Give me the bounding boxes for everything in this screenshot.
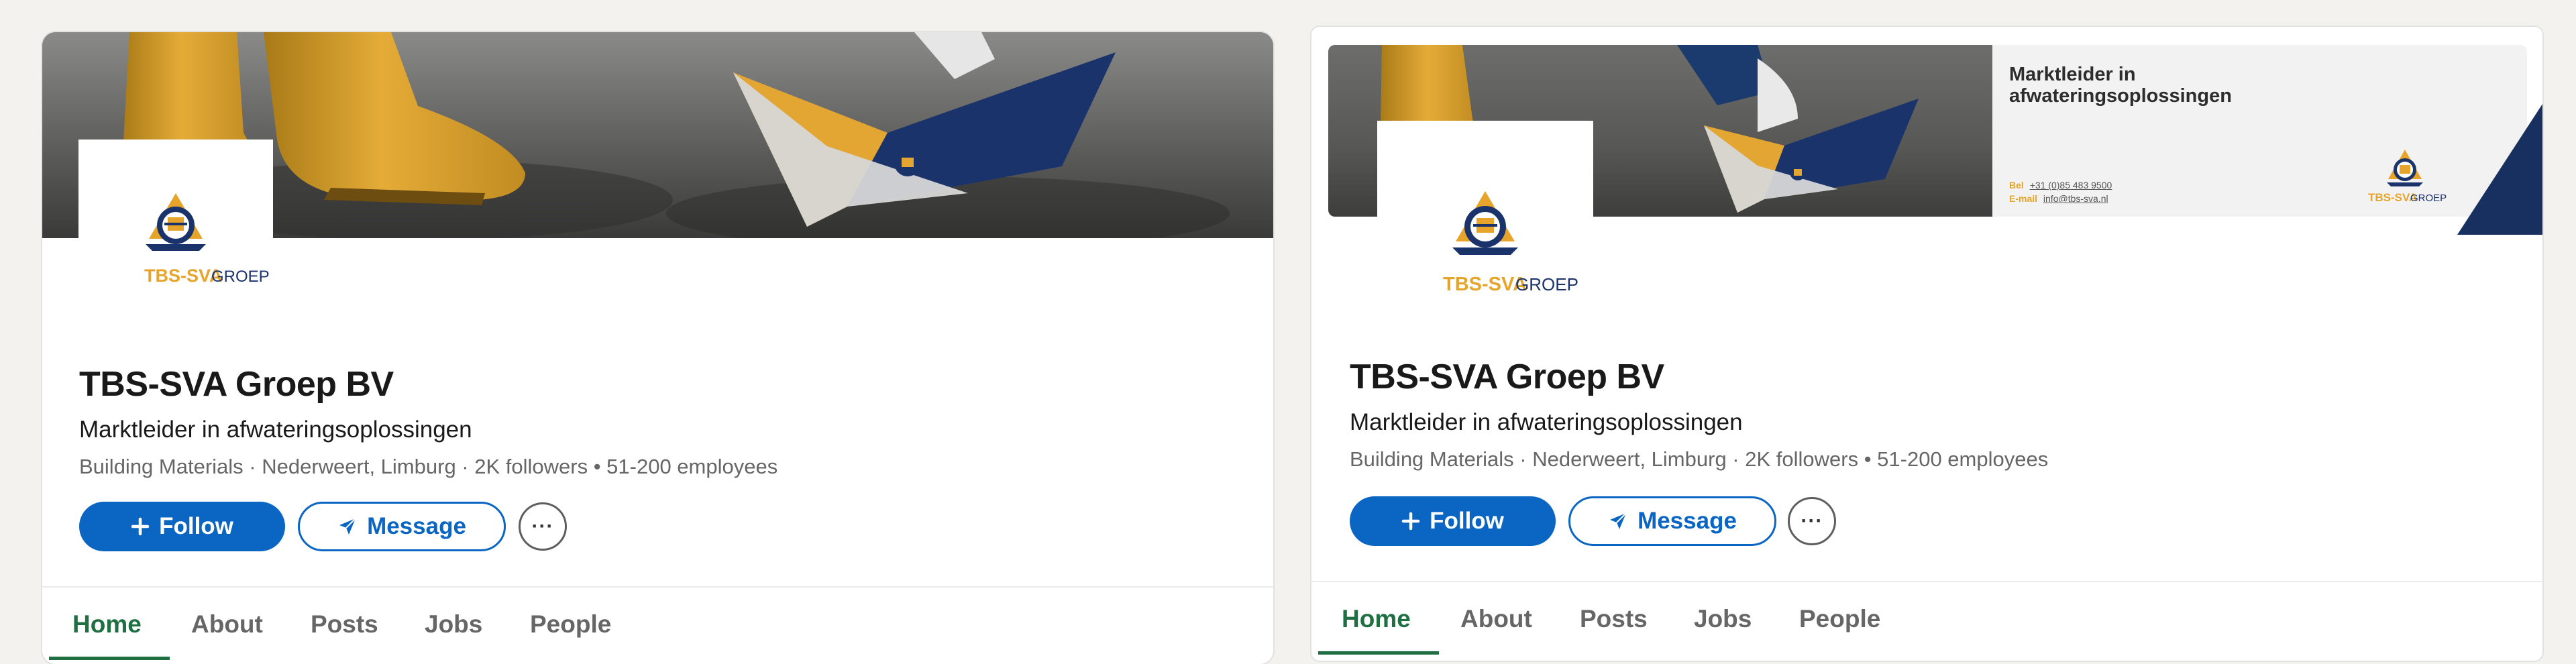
company-tagline: Marktleider in afwateringsoplossingen: [79, 417, 472, 443]
page-tabs: Home About Posts Jobs People: [1311, 581, 2542, 655]
tab-jobs[interactable]: Jobs: [1694, 582, 1752, 656]
logo-suffix-text: GROEP: [211, 268, 270, 286]
banner-contact: Bel +31 (0)85 483 9500 E-mail info@tbs-s…: [2009, 178, 2112, 205]
plus-icon: [1401, 512, 1420, 531]
paper-plane-icon: [337, 516, 358, 537]
message-button[interactable]: Message: [1568, 496, 1776, 546]
company-name: TBS-SVA Groep BV: [1350, 357, 1664, 396]
tab-active-indicator: [1318, 651, 1439, 655]
logo-suffix-text: GROEP: [1515, 274, 1578, 294]
tab-people[interactable]: People: [530, 588, 611, 661]
banner-title: Marktleider in afwateringsoplossingen: [2009, 64, 2232, 107]
tab-home[interactable]: Home: [72, 588, 142, 661]
follow-button[interactable]: Follow: [79, 502, 285, 551]
company-meta: Building Materials · Nederweert, Limburg…: [79, 455, 778, 478]
tab-people[interactable]: People: [1799, 582, 1880, 656]
company-name: TBS-SVA Groep BV: [79, 365, 394, 404]
tab-posts[interactable]: Posts: [1580, 582, 1648, 656]
more-options-button[interactable]: ···: [519, 502, 567, 551]
tab-posts[interactable]: Posts: [311, 588, 378, 661]
page-tabs: Home About Posts Jobs People: [42, 586, 1273, 660]
paper-plane-icon: [1608, 511, 1628, 531]
banner-phone[interactable]: +31 (0)85 483 9500: [2030, 180, 2112, 190]
tab-about[interactable]: About: [1460, 582, 1532, 656]
banner-logo-icon: TBS-SVA GROEP: [2368, 150, 2447, 204]
company-tagline: Marktleider in afwateringsoplossingen: [1350, 409, 1743, 435]
message-label: Message: [367, 513, 466, 539]
banner-logo-suffix: GROEP: [2410, 192, 2447, 204]
logo-brand-text: TBS-SVA: [1443, 274, 1527, 295]
company-meta: Building Materials · Nederweert, Limburg…: [1350, 447, 2049, 471]
tbs-sva-logo-icon: TBS-SVA GROEP: [144, 193, 270, 286]
more-options-button[interactable]: ···: [1788, 497, 1836, 545]
page-gutter: [1291, 0, 1310, 664]
follow-label: Follow: [159, 513, 233, 539]
follow-label: Follow: [1430, 508, 1504, 534]
plus-icon: [131, 517, 150, 536]
company-logo[interactable]: TBS-SVA GROEP: [1377, 121, 1593, 337]
tab-jobs[interactable]: Jobs: [425, 588, 482, 661]
follow-button[interactable]: Follow: [1350, 496, 1556, 546]
banner-email[interactable]: info@tbs-sva.nl: [2043, 193, 2108, 204]
tab-active-indicator: [49, 657, 170, 660]
message-label: Message: [1638, 508, 1737, 534]
tbs-sva-logo-icon: TBS-SVA GROEP: [1443, 191, 1578, 295]
tab-home[interactable]: Home: [1342, 582, 1411, 656]
banner-email-label: E-mail: [2009, 193, 2038, 204]
ellipsis-icon: ···: [531, 515, 554, 537]
ellipsis-icon: ···: [1801, 510, 1823, 532]
banner-phone-label: Bel: [2009, 180, 2024, 190]
tab-about[interactable]: About: [191, 588, 263, 661]
banner-corner-shape: [2457, 104, 2542, 235]
message-button[interactable]: Message: [298, 502, 506, 551]
company-logo[interactable]: TBS-SVA GROEP: [78, 140, 273, 334]
company-card-left: TBS-SVA GROEP TBS-SVA Groep BV Marktleid…: [42, 32, 1273, 664]
company-card-right: Marktleider in afwateringsoplossingen Be…: [1311, 27, 2542, 661]
